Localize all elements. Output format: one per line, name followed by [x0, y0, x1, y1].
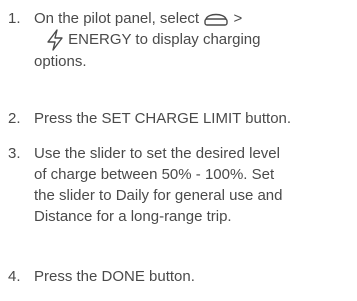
- step-1-energy-text: ENERGY to display charging: [68, 31, 261, 48]
- step-3-line-1: Use the slider to set the desired level: [34, 145, 280, 162]
- step-text: Use the slider to set the desired level …: [34, 143, 354, 227]
- step-1-suffix: >: [233, 10, 243, 27]
- step-number: 4.: [8, 268, 21, 285]
- step-3-line-3: the slider to Daily for general use and: [34, 187, 283, 204]
- step-1-line-1: On the pilot panel, select >: [34, 8, 354, 29]
- step-number: 1.: [8, 10, 21, 27]
- lightning-bolt-icon: [46, 29, 64, 51]
- step-text: Press the DONE button.: [34, 266, 354, 287]
- step-number: 2.: [8, 110, 21, 127]
- step-text: Press the SET CHARGE LIMIT button.: [34, 108, 354, 129]
- step-text: On the pilot panel, select > ENERGY to d…: [34, 8, 354, 72]
- step-1-prefix: On the pilot panel, select: [34, 10, 200, 27]
- step-4-text: Press the DONE button.: [34, 268, 195, 285]
- vehicle-icon: [203, 10, 229, 28]
- step-2-text: Press the SET CHARGE LIMIT button.: [34, 110, 292, 127]
- step-number: 3.: [8, 145, 21, 162]
- step-1-line-2: ENERGY to display charging: [34, 29, 354, 51]
- step-3-line-2: of charge between 50% - 100%. Set: [34, 166, 275, 183]
- step-1-line-3: options.: [34, 53, 87, 71]
- step-3-line-4: Distance for a long-range trip.: [34, 208, 232, 225]
